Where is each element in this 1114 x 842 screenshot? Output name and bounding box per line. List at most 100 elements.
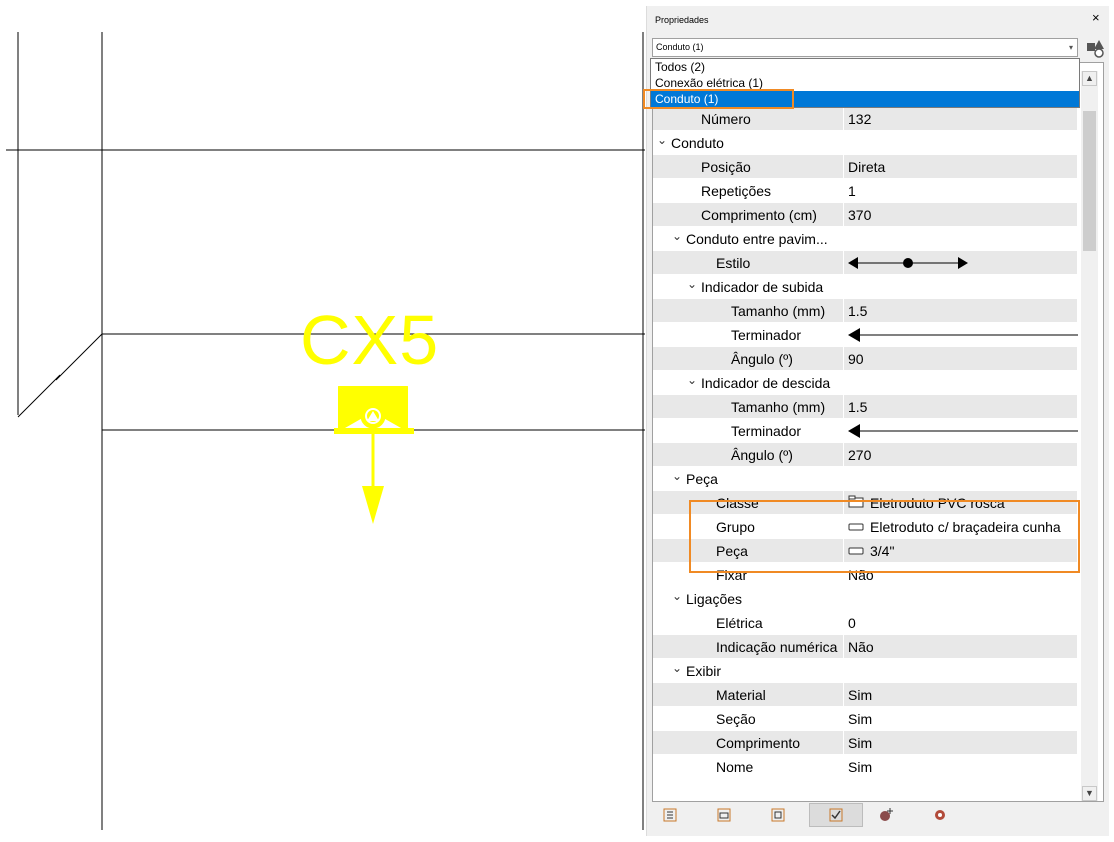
property-value-text: 1 xyxy=(848,183,856,199)
column-divider xyxy=(843,395,844,419)
property-value[interactable] xyxy=(848,255,968,271)
settings-gear-icon[interactable] xyxy=(926,803,954,827)
conduit-icon xyxy=(848,543,864,559)
category-row[interactable]: ⌄ Ligações xyxy=(653,587,1077,611)
property-value[interactable]: Eletroduto PVC rosca xyxy=(848,495,1005,511)
chevron-down-icon[interactable]: ⌄ xyxy=(672,589,682,603)
tree-view-icon[interactable] xyxy=(656,803,684,827)
property-row[interactable]: Elétrica 0 xyxy=(653,611,1077,635)
chevron-down-icon[interactable]: ⌄ xyxy=(657,133,667,147)
property-row[interactable]: Seção Sim xyxy=(653,707,1077,731)
property-value[interactable]: 90 xyxy=(848,351,864,367)
property-row[interactable]: Material Sim xyxy=(653,683,1077,707)
property-label: Peça xyxy=(686,471,718,487)
property-value[interactable] xyxy=(848,423,1078,439)
chevron-down-icon[interactable]: ▾ xyxy=(1069,39,1073,56)
property-row[interactable]: Repetições 1 xyxy=(653,179,1077,203)
property-value[interactable]: Sim xyxy=(848,759,872,775)
chevron-down-icon[interactable]: ⌄ xyxy=(672,229,682,243)
column-divider xyxy=(843,491,844,515)
property-label: Ângulo (º) xyxy=(731,447,793,463)
properties-panel: Propriedades × Conduto (1) ▾ Número 132 ⌄ C… xyxy=(646,6,1109,836)
selection-dropdown-list[interactable]: Todos (2) Conexão elétrica (1) Conduto (1) xyxy=(650,58,1080,108)
chevron-down-icon[interactable]: ⌄ xyxy=(672,469,682,483)
property-grid[interactable]: Número 132 ⌄ Conduto Posição Direta Repetições… xyxy=(652,62,1104,802)
property-value[interactable] xyxy=(848,327,1078,343)
vertical-scrollbar[interactable]: ▲ ▼ xyxy=(1081,71,1098,801)
style-arrow-icon xyxy=(848,257,968,269)
column-divider xyxy=(843,755,844,779)
category-row[interactable]: ⌄ Conduto entre pavim... xyxy=(653,227,1077,251)
category-row[interactable]: ⌄ Exibir xyxy=(653,659,1077,683)
property-value[interactable]: Sim xyxy=(848,711,872,727)
property-value[interactable]: 270 xyxy=(848,447,871,463)
property-value-text: 1.5 xyxy=(848,303,868,319)
property-label: Material xyxy=(716,687,766,703)
column-divider xyxy=(843,419,844,443)
dropdown-item[interactable]: Conexão elétrica (1) xyxy=(651,75,1079,91)
property-value-text: 0 xyxy=(848,615,856,631)
property-value-text: Direta xyxy=(848,159,886,175)
property-value[interactable]: Sim xyxy=(848,687,872,703)
property-row[interactable]: Tamanho (mm) 1.5 xyxy=(653,299,1077,323)
property-value[interactable]: Eletroduto c/ braçadeira cunha xyxy=(848,519,1061,535)
property-value[interactable]: 3/4" xyxy=(848,543,894,559)
selection-combo[interactable]: Conduto (1) ▾ xyxy=(652,38,1078,57)
property-value[interactable]: 370 xyxy=(848,207,871,223)
property-value[interactable]: 1.5 xyxy=(848,399,867,415)
column-divider xyxy=(843,731,844,755)
chevron-down-icon[interactable]: ⌄ xyxy=(687,277,697,291)
chevron-down-icon[interactable]: ⌄ xyxy=(687,373,697,387)
scroll-down-icon[interactable]: ▼ xyxy=(1082,786,1097,801)
property-row[interactable]: Peça 3/4" xyxy=(653,539,1077,563)
property-value[interactable]: Sim xyxy=(848,735,872,751)
category-row[interactable]: ⌄ Conduto xyxy=(653,131,1077,155)
property-row[interactable]: Ângulo (º) 270 xyxy=(653,443,1077,467)
property-label: Peça xyxy=(716,543,748,559)
property-row[interactable]: Número 132 xyxy=(653,107,1077,131)
junction-box-symbol[interactable] xyxy=(334,386,414,524)
property-row[interactable]: Nome Sim xyxy=(653,755,1077,779)
properties-check-icon[interactable] xyxy=(809,803,863,827)
property-row[interactable]: Comprimento Sim xyxy=(653,731,1077,755)
property-label: Posição xyxy=(701,159,751,175)
window-icon[interactable] xyxy=(710,803,738,827)
property-value[interactable]: Não xyxy=(848,567,874,583)
property-value[interactable]: 132 xyxy=(848,111,871,127)
dropdown-item[interactable]: Todos (2) xyxy=(651,59,1079,75)
category-row[interactable]: ⌄ Peça xyxy=(653,467,1077,491)
shapes-icon[interactable] xyxy=(1084,37,1106,59)
property-value[interactable]: Direta xyxy=(848,159,885,175)
list-icon[interactable] xyxy=(764,803,792,827)
property-row[interactable]: Classe Eletroduto PVC rosca xyxy=(653,491,1077,515)
property-row[interactable]: Ângulo (º) 90 xyxy=(653,347,1077,371)
property-row[interactable]: Indicação numérica Não xyxy=(653,635,1077,659)
cx5-label: CX5 xyxy=(300,301,440,379)
property-row[interactable]: Comprimento (cm) 370 xyxy=(653,203,1077,227)
property-row[interactable]: Fixar Não xyxy=(653,563,1077,587)
category-row[interactable]: ⌄ Indicador de subida xyxy=(653,275,1077,299)
property-row[interactable]: Terminador xyxy=(653,419,1078,443)
scroll-up-icon[interactable]: ▲ xyxy=(1082,71,1097,86)
property-row[interactable]: Estilo xyxy=(653,251,1077,275)
property-value[interactable]: 1 xyxy=(848,183,856,199)
property-value[interactable]: Não xyxy=(848,639,874,655)
property-row[interactable]: Terminador xyxy=(653,323,1078,347)
drawing-canvas[interactable]: CX5 xyxy=(0,0,645,842)
dropdown-item[interactable]: Conduto (1) xyxy=(651,91,1079,107)
chevron-down-icon[interactable]: ⌄ xyxy=(672,661,682,675)
property-value[interactable]: 1.5 xyxy=(848,303,867,319)
category-row[interactable]: ⌄ Indicador de descida xyxy=(653,371,1077,395)
property-value[interactable]: 0 xyxy=(848,615,856,631)
property-row[interactable]: Posição Direta xyxy=(653,155,1077,179)
shapes-icon-svg xyxy=(1087,40,1104,58)
column-divider xyxy=(843,251,844,275)
column-divider xyxy=(843,707,844,731)
property-row[interactable]: Grupo Eletroduto c/ braçadeira cunha xyxy=(653,515,1077,539)
close-icon[interactable]: × xyxy=(1092,10,1100,25)
scroll-thumb[interactable] xyxy=(1083,111,1096,251)
property-row[interactable]: Tamanho (mm) 1.5 xyxy=(653,395,1077,419)
property-label: Grupo xyxy=(716,519,755,535)
column-divider xyxy=(843,635,844,659)
add-component-icon[interactable] xyxy=(872,803,900,827)
